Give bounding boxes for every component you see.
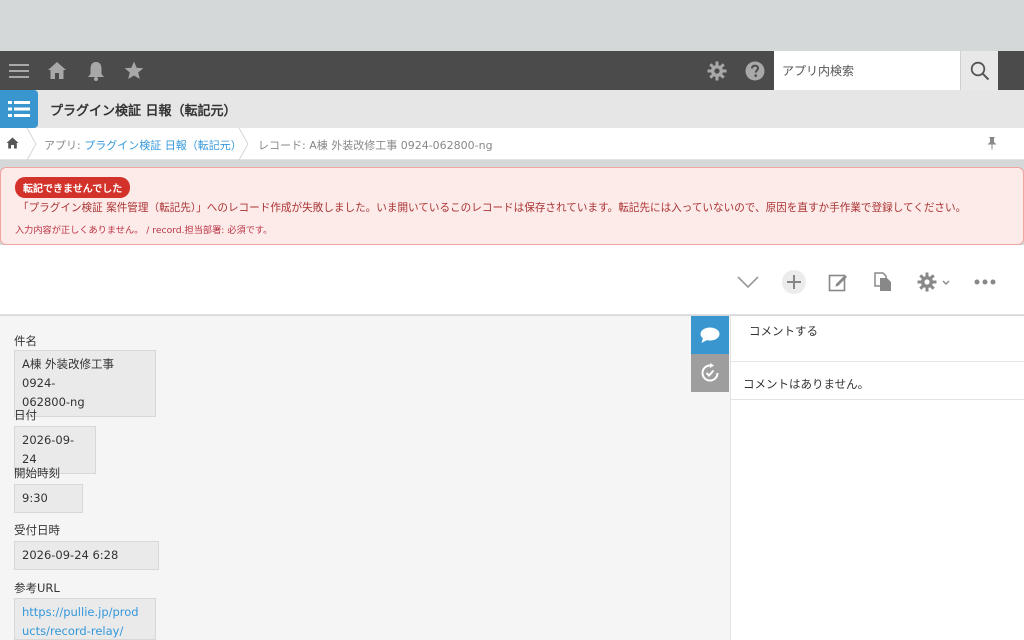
more-options-icon[interactable]	[972, 269, 998, 295]
url-line: https://pullie.jp/prod	[22, 605, 139, 619]
field-label-date: 日付	[14, 408, 37, 422]
chevron-down-icon[interactable]	[735, 269, 761, 295]
tab-comments[interactable]	[691, 316, 729, 354]
comment-input[interactable]: コメントする	[731, 316, 1024, 362]
app-list-icon[interactable]	[0, 90, 38, 128]
field-value-received-at: 2026-09-24 6:28	[14, 541, 159, 570]
duplicate-record-button[interactable]	[870, 269, 896, 295]
app-bar: プラグイン検証 日報（転記元）	[0, 90, 1024, 128]
record-form: 件名 A棟 外装改修工事 0924- 062800-ng 日付 2026-09-…	[0, 316, 691, 640]
field-label-reference-url: 参考URL	[14, 581, 60, 595]
global-header	[0, 51, 1024, 90]
field-label-start-time: 開始時刻	[14, 466, 60, 480]
help-icon[interactable]	[736, 51, 774, 90]
edit-icon	[828, 274, 847, 292]
breadcrumb-app-link[interactable]: プラグイン検証 日報（転記元）	[84, 139, 242, 152]
field-label-subject: 件名	[14, 334, 37, 348]
browser-top-area	[0, 0, 1024, 51]
plus-icon	[782, 270, 806, 294]
gear-icon	[917, 272, 950, 292]
search-icon	[970, 61, 989, 80]
add-record-button[interactable]	[781, 269, 807, 295]
app-title: プラグイン検証 日報（転記元）	[50, 104, 237, 119]
breadcrumb-separator-icon	[26, 128, 37, 160]
breadcrumb-separator-icon	[238, 128, 249, 160]
breadcrumb: アプリ: プラグイン検証 日報（転記元） レコード: A棟 外装改修工事 092…	[0, 128, 1024, 160]
field-value-line: 062800-ng	[22, 395, 85, 409]
alert-message: 「プラグイン検証 案件管理（転記先）」へのレコード作成が失敗しました。いま開いて…	[18, 202, 967, 214]
field-value-reference-url[interactable]: https://pullie.jp/prod ucts/record-relay…	[14, 598, 156, 640]
comment-placeholder: コメントする	[749, 324, 818, 338]
alert-badge: 転記できませんでした	[15, 177, 131, 198]
pin-icon[interactable]	[986, 136, 998, 153]
breadcrumb-app[interactable]: アプリ: プラグイン検証 日報（転記元）	[44, 137, 242, 153]
no-comments-message: コメントはありません。	[731, 362, 1024, 400]
settings-dropdown-button[interactable]	[914, 269, 954, 295]
gear-icon[interactable]	[698, 51, 736, 90]
record-toolbar	[0, 245, 1024, 315]
comment-icon	[700, 327, 720, 343]
comments-panel: コメントする コメントはありません。	[730, 316, 1024, 640]
history-icon	[701, 363, 719, 382]
breadcrumb-app-prefix: アプリ:	[44, 139, 85, 152]
field-label-received-at: 受付日時	[14, 523, 60, 537]
home-icon[interactable]	[6, 137, 19, 152]
error-alert: 転記できませんでした 「プラグイン検証 案件管理（転記先）」へのレコード作成が失…	[0, 167, 1024, 245]
tab-history[interactable]	[691, 354, 729, 392]
star-icon[interactable]	[115, 51, 153, 90]
app-search-input[interactable]	[774, 51, 960, 90]
bell-icon[interactable]	[77, 51, 115, 90]
home-icon[interactable]	[38, 51, 76, 90]
search-button[interactable]	[960, 51, 998, 90]
url-line: ucts/record-relay/	[22, 624, 124, 638]
alert-detail: 入力内容が正しくありません。 / record.担当部署: 必須です。	[15, 225, 273, 236]
breadcrumb-record: レコード: A棟 外装改修工事 0924-062800-ng	[258, 139, 493, 152]
no-comments-text: コメントはありません。	[743, 377, 870, 391]
copy-icon	[874, 272, 891, 291]
field-value-line: A棟 外装改修工事 0924-	[22, 357, 115, 390]
field-value-start-time: 9:30	[14, 484, 83, 513]
menu-icon[interactable]	[0, 51, 38, 90]
edit-record-button[interactable]	[825, 269, 851, 295]
sidebar-tabs	[691, 316, 730, 640]
